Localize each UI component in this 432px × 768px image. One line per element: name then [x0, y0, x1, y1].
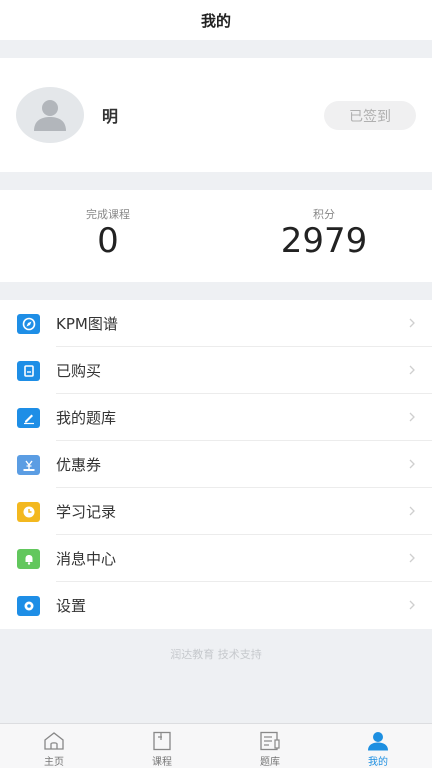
clock-icon	[17, 501, 40, 522]
bottom-tab-bar: 主页 课程 题库 我的	[0, 723, 432, 768]
menu-item-settings[interactable]: 设置	[0, 582, 432, 629]
chevron-right-icon	[409, 506, 415, 516]
menu-item-label: KPM图谱	[56, 315, 118, 333]
profile-card: 明 已签到	[0, 58, 432, 172]
question-bank-icon	[260, 731, 280, 751]
tab-label: 题库	[260, 757, 280, 768]
menu-list: KPM图谱 已购买 我的题库 优惠券 学习记录 消息中心 设置	[0, 300, 432, 629]
menu-item-coupons[interactable]: 优惠券	[0, 441, 432, 488]
chevron-right-icon	[409, 365, 415, 375]
menu-item-label: 消息中心	[56, 550, 117, 568]
menu-item-purchased[interactable]: 已购买	[0, 347, 432, 394]
bell-icon	[17, 548, 40, 569]
page-title: 我的	[200, 11, 231, 30]
pencil-icon	[17, 407, 40, 428]
menu-item-label: 优惠券	[56, 456, 102, 474]
menu-item-my-question-bank[interactable]: 我的题库	[0, 394, 432, 441]
menu-item-learning-records[interactable]: 学习记录	[0, 488, 432, 535]
menu-item-label: 学习记录	[56, 503, 117, 521]
checkin-button[interactable]: 已签到	[324, 101, 416, 130]
chevron-right-icon	[409, 459, 415, 469]
tab-label: 我的	[368, 757, 388, 768]
tab-home[interactable]: 主页	[0, 724, 108, 768]
stat-completed-courses[interactable]: 完成课程 0	[0, 190, 216, 282]
purchase-icon	[17, 360, 40, 381]
chevron-right-icon	[409, 412, 415, 422]
tab-courses[interactable]: 课程	[108, 724, 216, 768]
stat-value: 0	[97, 221, 119, 261]
chevron-right-icon	[409, 600, 415, 610]
chevron-right-icon	[409, 318, 415, 328]
username: 明	[102, 107, 119, 126]
gear-icon	[17, 595, 40, 616]
coupon-icon	[17, 454, 40, 475]
compass-icon	[17, 313, 40, 334]
tab-label: 主页	[44, 757, 64, 768]
stat-value: 2979	[280, 221, 368, 261]
user-silhouette-icon	[34, 100, 66, 131]
menu-item-kpm-map[interactable]: KPM图谱	[0, 300, 432, 347]
book-icon	[153, 731, 171, 751]
page-header: 我的	[0, 0, 432, 40]
stat-label: 完成课程	[86, 208, 130, 221]
menu-item-label: 我的题库	[56, 409, 117, 427]
menu-item-label: 已购买	[56, 362, 102, 380]
chevron-right-icon	[409, 553, 415, 563]
stat-label: 积分	[313, 208, 335, 221]
stat-points[interactable]: 积分 2979	[216, 190, 432, 282]
menu-item-message-center[interactable]: 消息中心	[0, 535, 432, 582]
menu-item-label: 设置	[56, 597, 87, 615]
avatar[interactable]	[16, 87, 84, 143]
stats-panel: 完成课程 0 积分 2979	[0, 190, 432, 282]
tab-label: 课程	[152, 757, 172, 768]
user-icon	[368, 732, 388, 751]
tab-question-bank[interactable]: 题库	[216, 724, 324, 768]
tab-mine[interactable]: 我的	[324, 724, 432, 768]
home-icon	[44, 732, 64, 750]
tech-support-note: 润达教育 技术支持	[170, 648, 262, 661]
